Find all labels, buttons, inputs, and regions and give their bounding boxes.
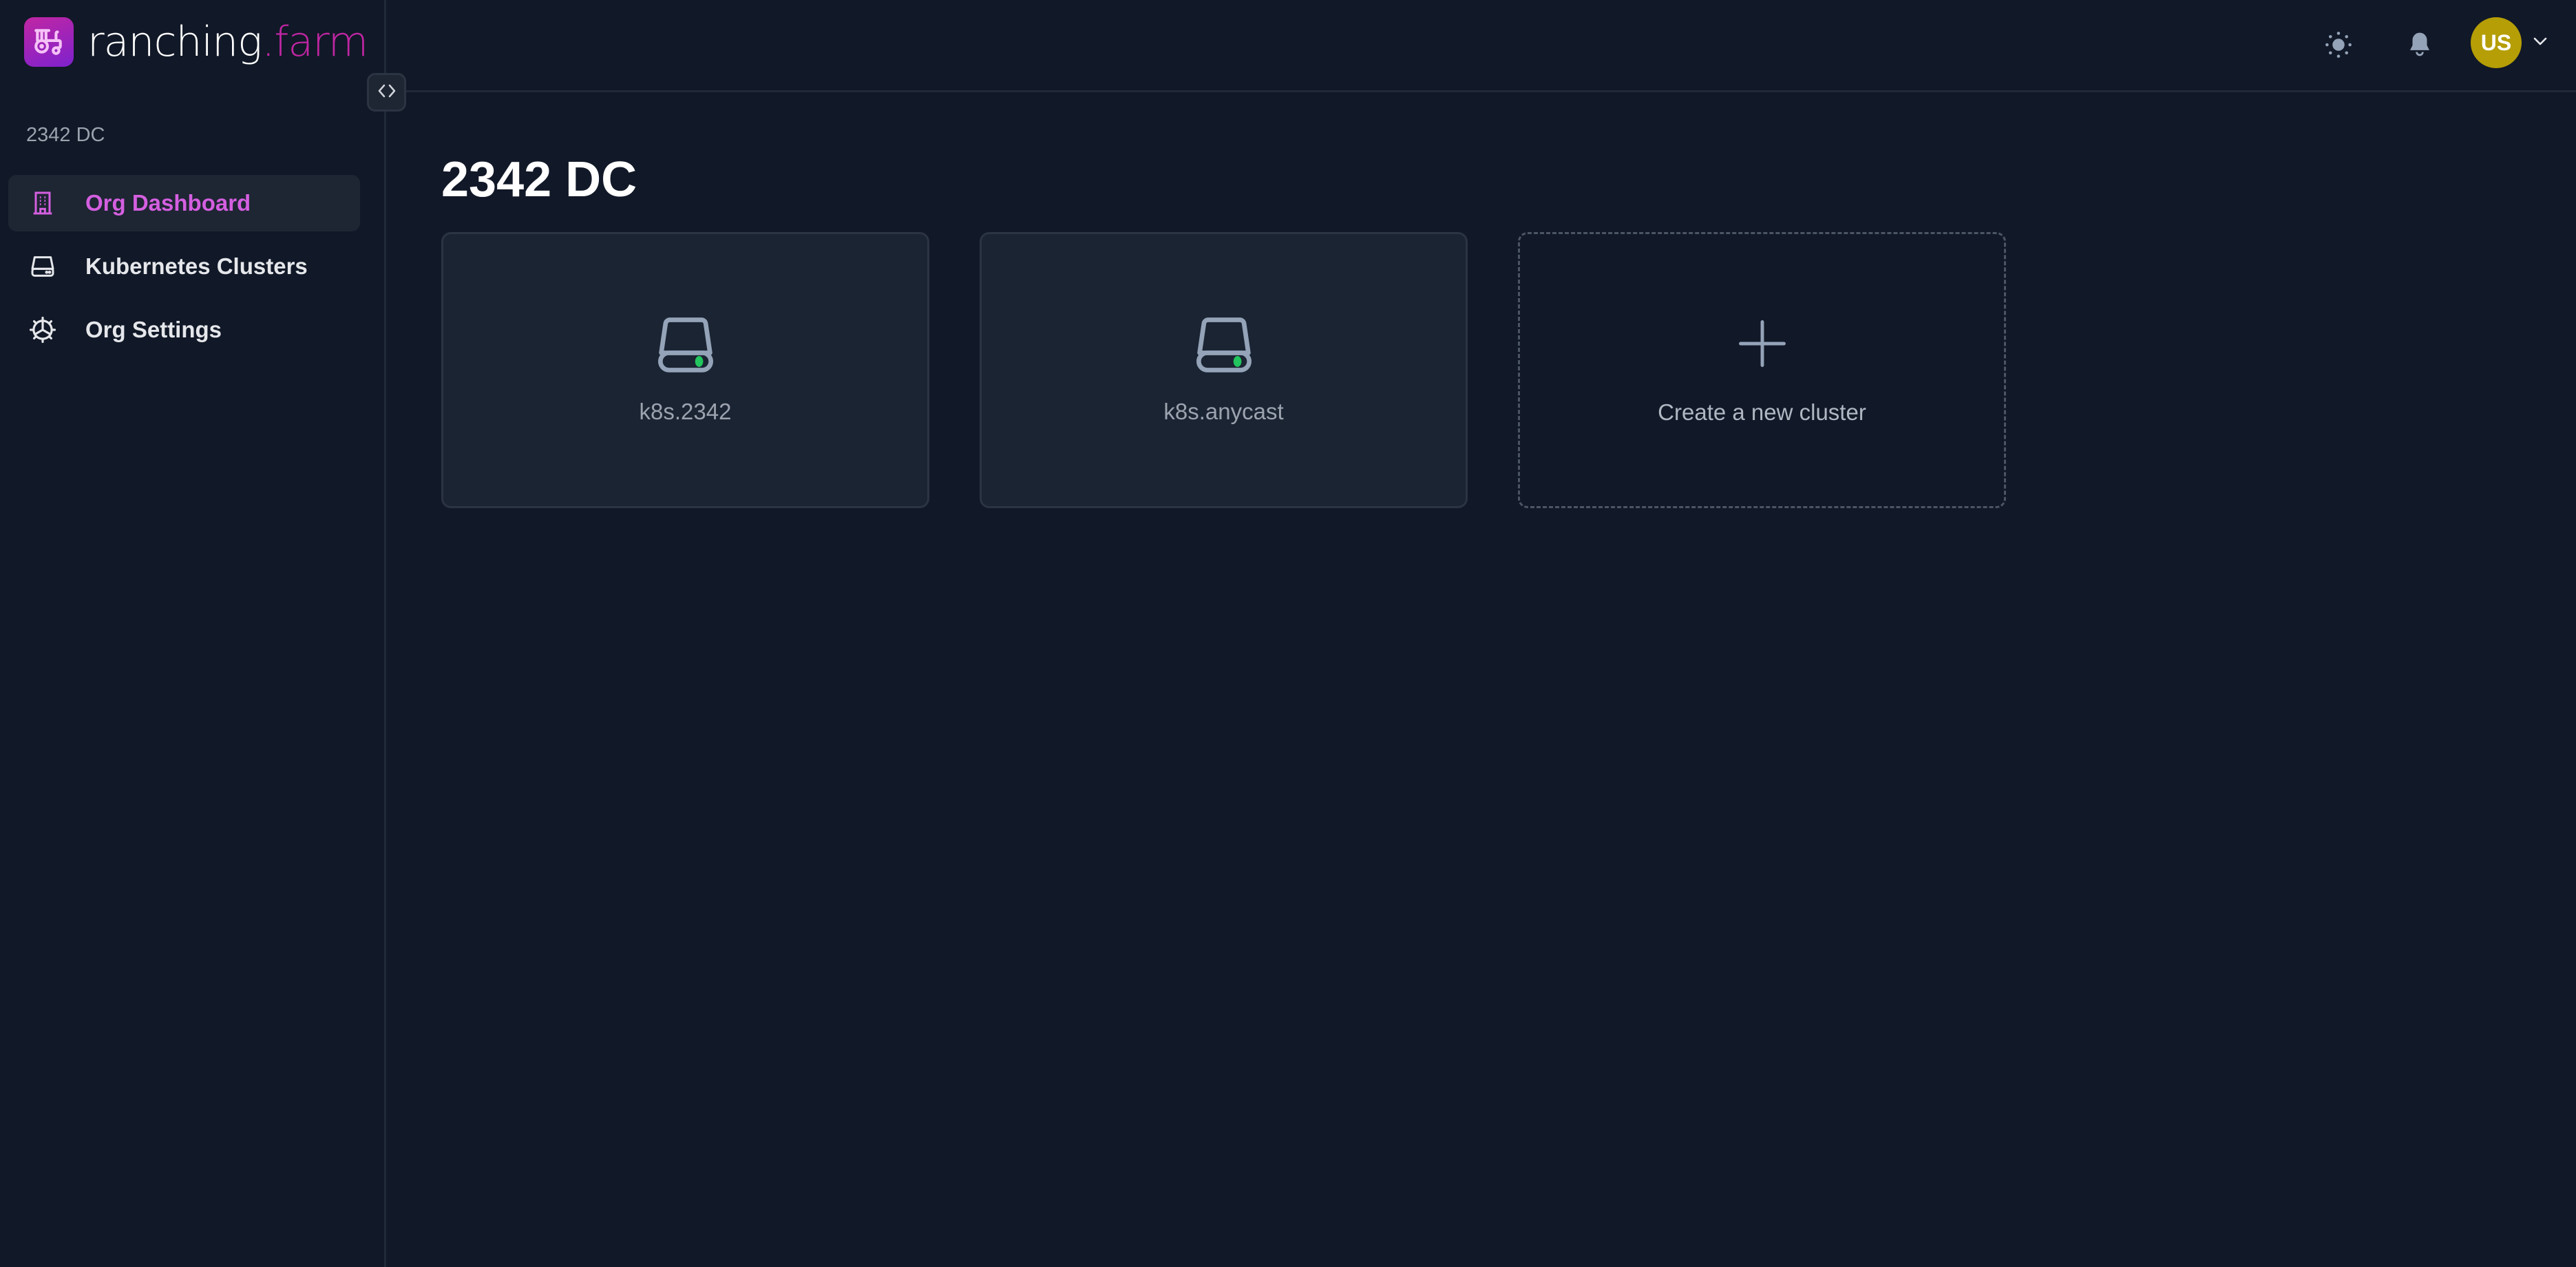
status-dot — [1233, 356, 1241, 367]
cluster-name: k8s.2342 — [639, 399, 732, 424]
top-header — [386, 0, 2576, 92]
sidebar-nav: Org Dashboard Kubernetes Clusters Org Se… — [8, 175, 360, 365]
brand-logo[interactable]: ranching.farm — [24, 17, 368, 67]
org-label: 2342 DC — [26, 124, 105, 146]
sidebar-item-label: Org Settings — [85, 317, 222, 342]
sidebar-item-label: Org Dashboard — [85, 190, 251, 216]
sidebar-item-org-settings[interactable]: Org Settings — [8, 302, 360, 358]
brand-name: ranching.farm — [87, 21, 368, 63]
cluster-card[interactable]: k8s.anycast — [980, 232, 1468, 508]
user-avatar[interactable]: US — [2471, 17, 2522, 68]
user-menu-chevron[interactable] — [2531, 33, 2550, 52]
building-icon — [28, 188, 58, 218]
cog-icon — [28, 315, 58, 345]
sidebar-collapse-toggle[interactable] — [367, 73, 406, 112]
server-icon — [28, 251, 58, 282]
notifications-button[interactable] — [2396, 22, 2444, 70]
create-cluster-card[interactable]: Create a new cluster — [1518, 232, 2006, 508]
create-cluster-label: Create a new cluster — [1658, 399, 1866, 425]
code-brackets-icon — [377, 83, 397, 103]
sidebar-item-org-dashboard[interactable]: Org Dashboard — [8, 175, 360, 231]
cluster-name: k8s.anycast — [1163, 399, 1284, 424]
status-dot — [695, 356, 703, 367]
page-title: 2342 DC — [441, 152, 637, 207]
sun-icon — [2324, 30, 2353, 63]
sidebar-item-kubernetes-clusters[interactable]: Kubernetes Clusters — [8, 238, 360, 295]
cluster-card[interactable]: k8s.2342 — [441, 232, 929, 508]
chevron-down-icon — [2533, 36, 2548, 50]
brand-name-tld: .farm — [262, 18, 368, 66]
server-status-icon — [651, 315, 720, 379]
tractor-icon — [24, 17, 74, 67]
server-status-icon — [1190, 315, 1258, 379]
theme-toggle-button[interactable] — [2314, 22, 2363, 70]
bell-icon — [2405, 30, 2434, 63]
plus-icon — [1733, 315, 1791, 376]
sidebar: ranching.farm 2342 DC Org Dashboard Kube… — [0, 0, 386, 1267]
brand-name-main: ranching — [87, 18, 262, 66]
sidebar-item-label: Kubernetes Clusters — [85, 253, 308, 279]
